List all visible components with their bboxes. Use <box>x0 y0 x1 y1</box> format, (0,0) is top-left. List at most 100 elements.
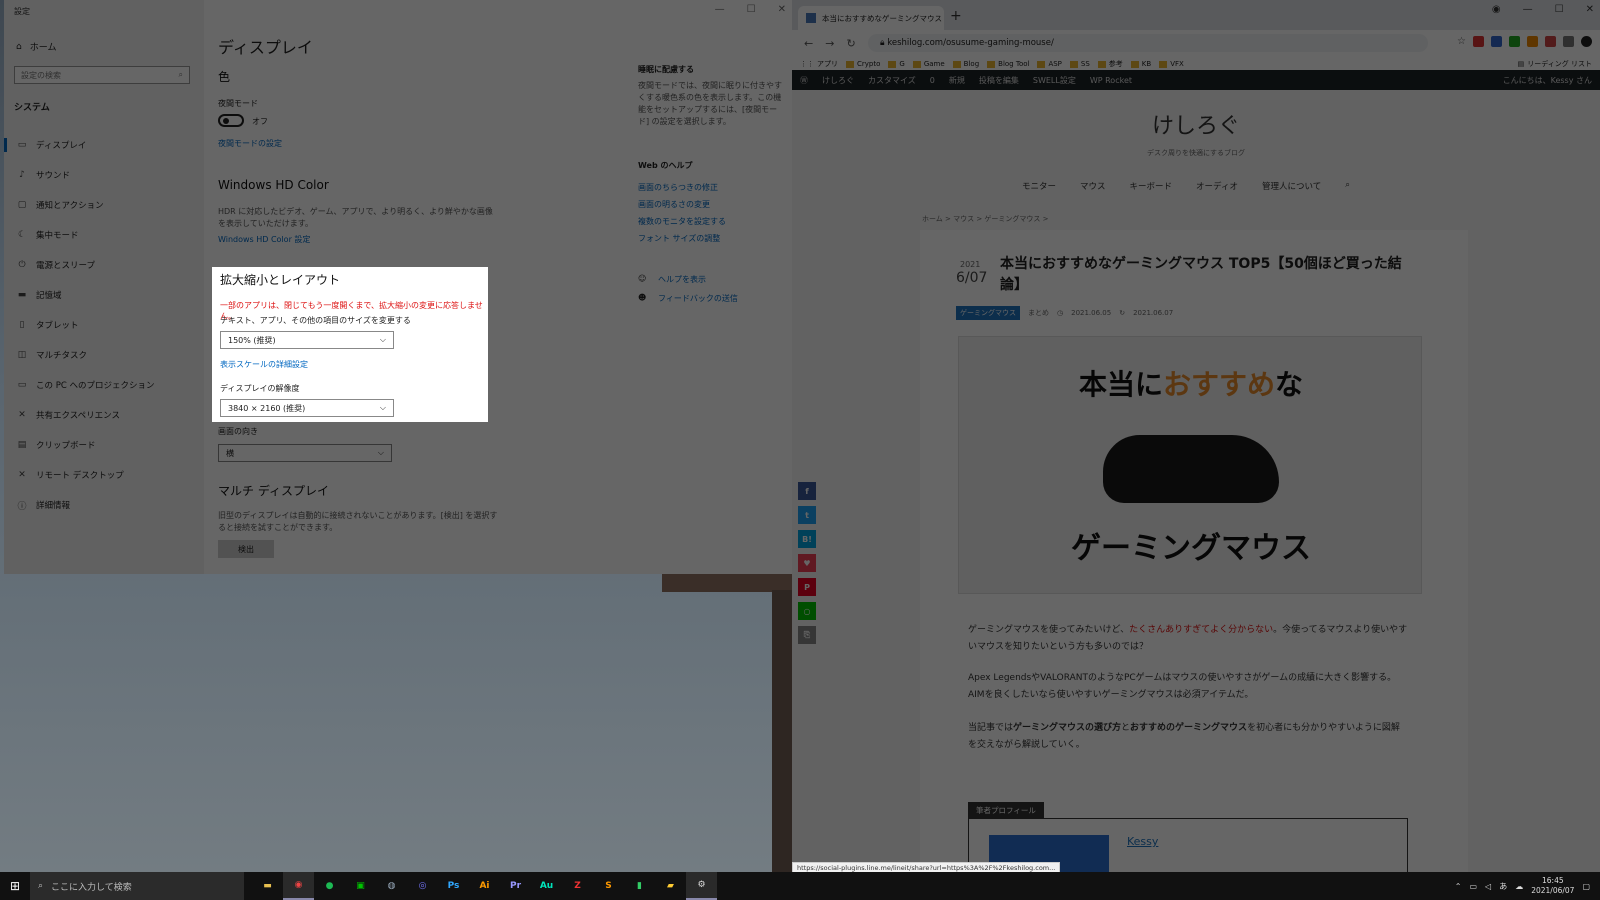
nav-item-remote[interactable]: ✕ リモート デスクトップ <box>4 460 204 490</box>
clock[interactable]: 16:45 2021/06/07 <box>1531 876 1574 896</box>
bookmark-folder[interactable]: G <box>888 60 905 68</box>
wp-site-link[interactable]: けしろぐ <box>822 75 854 86</box>
nav-item-tablet[interactable]: ▯ タブレット <box>4 310 204 340</box>
volume-icon[interactable]: ◁ <box>1485 882 1491 891</box>
wp-greeting[interactable]: こんにちは、Kessy さん <box>1503 75 1592 86</box>
settings-search-input[interactable]: 設定の検索 ⌕ <box>14 66 190 84</box>
forward-icon[interactable]: → <box>825 37 834 50</box>
nav-item-shared[interactable]: ✕ 共有エクスペリエンス <box>4 400 204 430</box>
extension-icon[interactable] <box>1509 36 1520 47</box>
photoshop-icon[interactable]: Ps <box>438 872 469 900</box>
nav-home[interactable]: ⌂ ホーム <box>16 40 56 54</box>
tor-icon[interactable]: ◎ <box>407 872 438 900</box>
menu-item-monitor[interactable]: モニター <box>1022 180 1056 192</box>
new-tab-icon[interactable]: + <box>950 8 962 24</box>
bookmark-folder[interactable]: Blog Tool <box>987 60 1029 68</box>
line-icon[interactable]: ▣ <box>345 872 376 900</box>
hdr-link[interactable]: Windows HD Color 設定 <box>218 234 310 245</box>
breadcrumb[interactable]: ホーム > マウス > ゲーミングマウス > <box>922 214 1049 224</box>
hatena-icon[interactable]: B! <box>798 530 816 548</box>
menu-item-about[interactable]: 管理人について <box>1262 180 1321 192</box>
wordpress-icon[interactable]: Ⓦ <box>800 75 808 86</box>
nav-item-focus[interactable]: ☾ 集中モード <box>4 220 204 250</box>
extension-icon[interactable] <box>1527 36 1538 47</box>
bookmark-folder[interactable]: 参考 <box>1097 59 1123 69</box>
bookmark-folder[interactable]: Blog <box>952 60 979 68</box>
nav-item-storage[interactable]: ▬ 記憶域 <box>4 280 204 310</box>
minimize-icon[interactable]: — <box>715 4 725 15</box>
extension-icon[interactable] <box>1545 36 1556 47</box>
orientation-dropdown[interactable]: 横 ⌵ <box>218 444 392 462</box>
help-link-brightness[interactable]: 画面の明るさの変更 <box>638 199 710 210</box>
copy-icon[interactable]: ⎘ <box>798 626 816 644</box>
reload-icon[interactable]: ↻ <box>846 37 855 50</box>
detect-button[interactable]: 検出 <box>218 540 274 558</box>
night-mode-link[interactable]: 夜間モードの設定 <box>218 138 282 149</box>
nav-item-about[interactable]: ⓘ 詳細情報 <box>4 490 204 520</box>
audition-icon[interactable]: Au <box>531 872 562 900</box>
extension-icon[interactable] <box>1491 36 1502 47</box>
bookmark-folder[interactable]: VFX <box>1159 60 1184 68</box>
pinterest-icon[interactable]: P <box>798 578 816 596</box>
advanced-scaling-link[interactable]: 表示スケールの詳細設定 <box>220 359 308 370</box>
nav-item-notifications[interactable]: ▢ 通知とアクション <box>4 190 204 220</box>
profile-name-link[interactable]: Kessy <box>1127 835 1158 848</box>
show-help-link[interactable]: ヘルプを表示 <box>658 274 706 285</box>
nav-item-clipboard[interactable]: ▤ クリップボード <box>4 430 204 460</box>
cloud-icon[interactable]: ☁ <box>1515 882 1523 891</box>
nav-item-display[interactable]: ▭ ディスプレイ <box>4 130 204 160</box>
night-mode-toggle[interactable] <box>218 114 244 127</box>
browser-tab[interactable]: 本当におすすめなゲーミングマウス TO✕ <box>798 6 944 30</box>
illustrator-icon[interactable]: Ai <box>469 872 500 900</box>
filezilla-icon[interactable]: Z <box>562 872 593 900</box>
extension-icon[interactable] <box>1473 36 1484 47</box>
chevron-up-icon[interactable]: ⌃ <box>1455 882 1462 891</box>
avatar[interactable] <box>1581 36 1592 47</box>
notification-icon[interactable]: ▢ <box>1582 882 1590 891</box>
category-badge[interactable]: ゲーミングマウス <box>956 306 1020 320</box>
twitter-icon[interactable]: t <box>798 506 816 524</box>
site-logo[interactable]: けしろぐ <box>792 108 1600 140</box>
resolution-dropdown[interactable]: 3840 × 2160 (推奨) ⌵ <box>220 399 394 417</box>
menu-item-mouse[interactable]: マウス <box>1080 180 1106 192</box>
tag-label[interactable]: まとめ <box>1028 308 1049 318</box>
close-icon[interactable]: ✕ <box>778 4 786 15</box>
file-explorer-icon[interactable]: ▬ <box>252 872 283 900</box>
sticky-notes-icon[interactable]: ▰ <box>655 872 686 900</box>
wp-customize-link[interactable]: カスタマイズ <box>868 75 916 86</box>
bookmark-folder[interactable]: SS <box>1069 60 1090 68</box>
wp-swell-link[interactable]: SWELL設定 <box>1033 75 1076 86</box>
url-input[interactable]: 🔒︎ keshilog.com/osusume-gaming-mouse/ <box>868 34 1428 52</box>
nav-item-projection[interactable]: ▭ この PC へのプロジェクション <box>4 370 204 400</box>
maximize-icon[interactable]: ☐ <box>747 4 756 15</box>
help-link-multi-monitor[interactable]: 複数のモニタを設定する <box>638 216 726 227</box>
nav-item-power[interactable]: ⏻ 電源とスリープ <box>4 250 204 280</box>
nav-item-multitask[interactable]: ◫ マルチタスク <box>4 340 204 370</box>
menu-item-audio[interactable]: オーディオ <box>1196 180 1238 192</box>
pocket-icon[interactable]: ♥ <box>798 554 816 572</box>
back-icon[interactable]: ← <box>804 37 813 50</box>
bookmark-apps[interactable]: ⋮⋮ アプリ <box>800 59 838 69</box>
nav-item-sound[interactable]: ♪ サウンド <box>4 160 204 190</box>
profile-icon[interactable]: ◉ <box>1492 4 1501 15</box>
bookmark-folder[interactable]: ASP <box>1037 60 1062 68</box>
reading-list[interactable]: ▤ リーディング リスト <box>1518 59 1592 69</box>
menu-item-keyboard[interactable]: キーボード <box>1130 180 1173 192</box>
wp-rocket-link[interactable]: WP Rocket <box>1090 76 1132 85</box>
help-link-flicker[interactable]: 画面のちらつきの修正 <box>638 182 718 193</box>
chrome-icon[interactable]: ◉ <box>283 872 314 900</box>
bookmark-folder[interactable]: Game <box>912 60 945 68</box>
settings-gear-icon[interactable]: ⚙ <box>686 872 717 900</box>
wp-comments-count[interactable]: 0 <box>930 76 935 85</box>
premiere-icon[interactable]: Pr <box>500 872 531 900</box>
scale-dropdown[interactable]: 150% (推奨) ⌵ <box>220 331 394 349</box>
puzzle-icon[interactable] <box>1563 36 1574 47</box>
app-icon[interactable]: ▮ <box>624 872 655 900</box>
search-icon[interactable]: ⌕ <box>1345 180 1350 192</box>
ime-indicator[interactable]: あ <box>1499 881 1507 892</box>
line-icon[interactable]: ○ <box>798 602 816 620</box>
wp-edit-link[interactable]: 投稿を編集 <box>979 75 1019 86</box>
close-icon[interactable]: ✕ <box>1586 4 1594 15</box>
taskbar-search[interactable]: ⌕ ここに入力して検索 <box>30 872 244 900</box>
feedback-link[interactable]: フィードバックの送信 <box>658 293 738 304</box>
